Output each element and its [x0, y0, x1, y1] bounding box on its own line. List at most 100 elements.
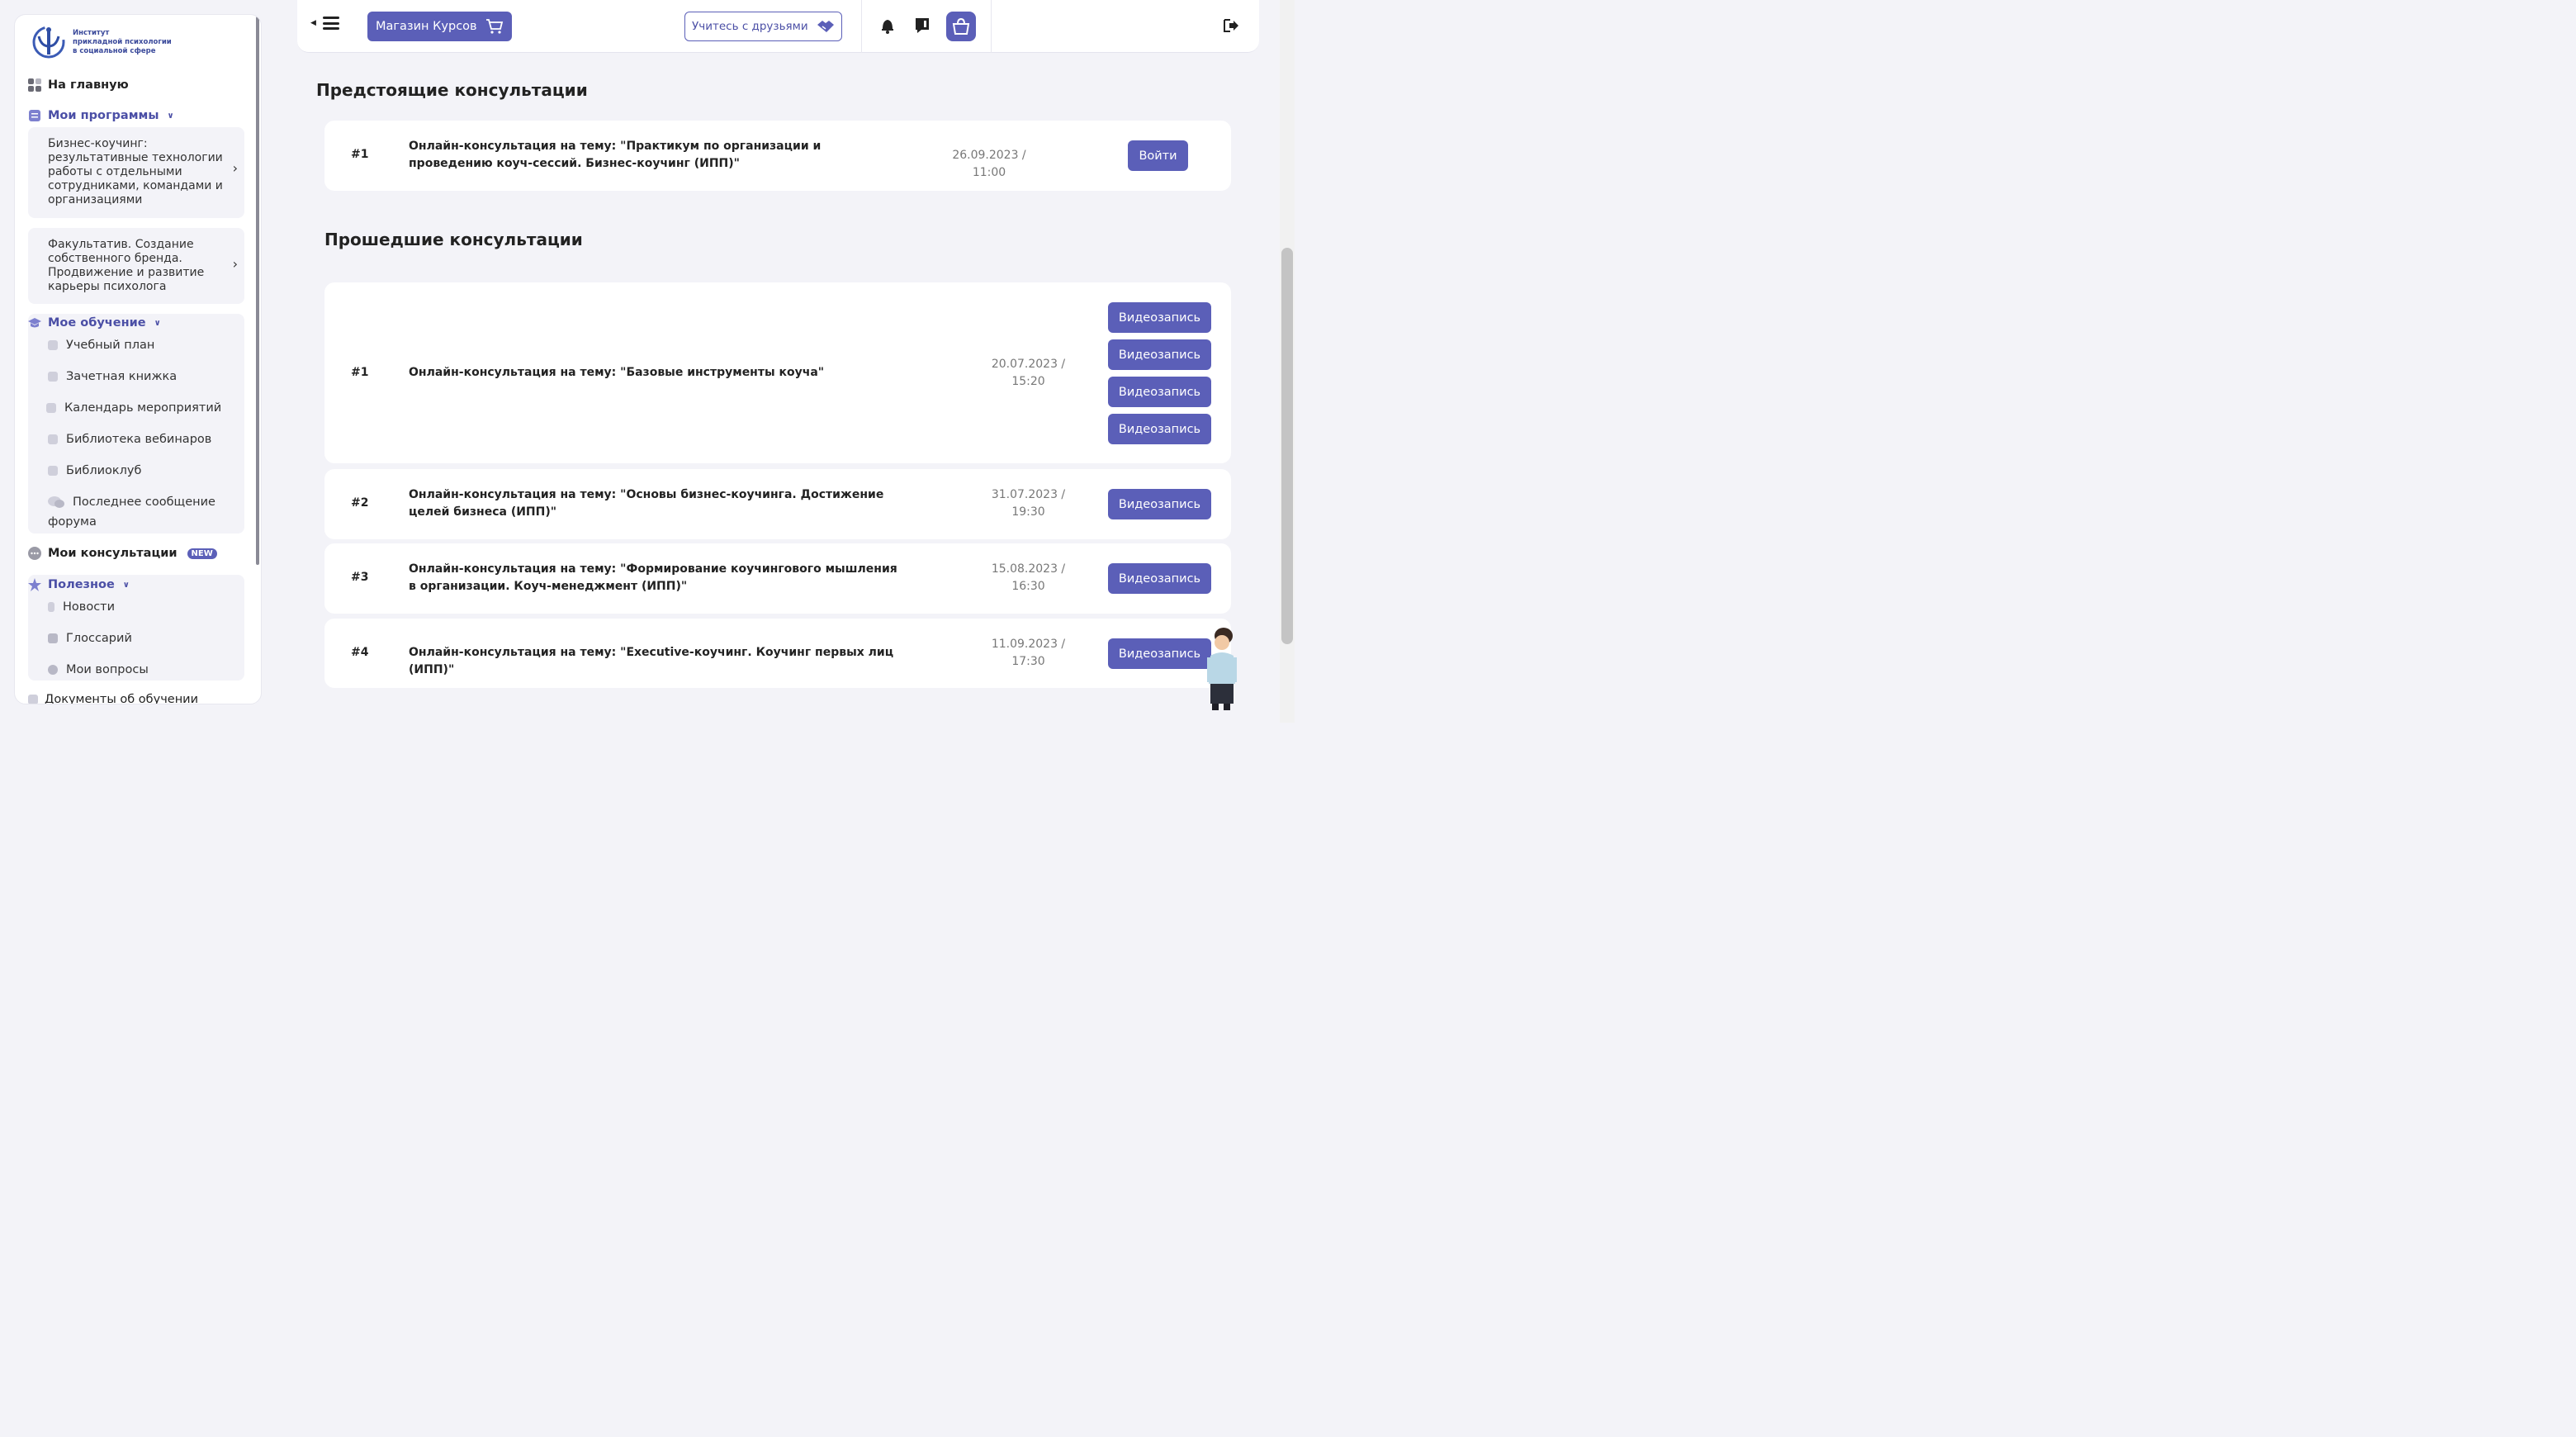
logo[interactable]: Институт прикладной психологии в социаль… [31, 25, 172, 59]
row-date: 20.07.2023 / 15:20 [977, 356, 1080, 391]
nav-useful[interactable]: Полезное ∨ [28, 578, 130, 591]
friends-button[interactable]: Учитесь с друзьями [684, 12, 842, 41]
sidebar-scrollbar[interactable] [256, 17, 259, 565]
row-date: 15.08.2023 / 16:30 [977, 561, 1080, 595]
nav-gradebook[interactable]: Зачетная книжка [48, 370, 177, 383]
row-date: 31.07.2023 / 19:30 [977, 486, 1080, 521]
page-scrollbar-thumb[interactable] [1281, 248, 1293, 644]
join-button[interactable]: Войти [1128, 140, 1188, 171]
nav-home-label: На главную [48, 78, 129, 92]
chevron-down-icon: ∨ [154, 318, 161, 328]
nav-study-plan[interactable]: Учебный план [48, 339, 154, 352]
row-date-line: 20.07.2023 / [991, 358, 1066, 371]
nav-questions-label: Мои вопросы [66, 663, 149, 676]
video-button[interactable]: Видеозапись [1108, 563, 1211, 594]
video-button[interactable]: Видеозапись [1108, 414, 1211, 444]
row-number: #1 [351, 366, 369, 379]
row-title: Онлайн-консультация на тему: "Формирован… [409, 562, 897, 593]
page-scrollbar[interactable] [1280, 0, 1295, 723]
chevron-right-icon: › [232, 160, 238, 176]
nav-study-plan-label: Учебный план [66, 339, 155, 352]
assistant-avatar[interactable] [1199, 626, 1245, 712]
past-row: #2 Онлайн-консультация на тему: "Основы … [324, 469, 1231, 539]
past-row: #3 Онлайн-консультация на тему: "Формиро… [324, 543, 1231, 614]
new-badge: NEW [187, 548, 217, 559]
chevron-down-icon: ∨ [167, 111, 174, 121]
nav-home[interactable]: На главную [28, 78, 129, 92]
program-card-1[interactable]: Бизнес-коучинг: результативные технологи… [28, 127, 244, 218]
row-date-line: 31.07.2023 / [991, 488, 1066, 501]
nav-learning-label: Мое обучение [48, 316, 146, 330]
program-title: Факультатив. Создание собственного бренд… [48, 238, 205, 293]
nav-documents[interactable]: Документы об обучении [28, 693, 198, 704]
nav-forum[interactable]: Последнее сообщение [48, 496, 215, 509]
star-icon [28, 578, 41, 591]
video-button[interactable]: Видеозапись [1108, 489, 1211, 519]
program-card-2[interactable]: Факультатив. Создание собственного бренд… [28, 228, 244, 304]
friends-button-label: Учитесь с друзьями [692, 20, 808, 33]
calendar-icon [46, 403, 56, 413]
sidebar: Институт прикладной психологии в социаль… [14, 14, 262, 704]
row-number: #3 [351, 571, 369, 584]
shop-button[interactable]: Магазин Курсов [367, 12, 512, 41]
nav-documents-label: Документы об обучении [45, 693, 199, 704]
basket-button[interactable] [946, 12, 976, 41]
shop-button-label: Магазин Курсов [376, 20, 477, 33]
logout-icon[interactable] [1222, 17, 1240, 35]
nav-consultations[interactable]: Мои консультации NEW [28, 547, 217, 560]
row-title: Онлайн-консультация на тему: "Executive-… [409, 646, 894, 676]
row-time-line: 19:30 [1011, 505, 1045, 519]
nav-programs-label: Мои программы [48, 109, 159, 122]
nav-questions[interactable]: Мои вопросы [48, 663, 149, 676]
nav-gradebook-label: Зачетная книжка [66, 370, 178, 383]
logo-line-2: прикладной психологии [73, 37, 172, 46]
chart-icon [48, 372, 58, 382]
nav-consultations-label: Мои консультации [48, 547, 178, 560]
nav-calendar-label: Календарь мероприятий [64, 401, 222, 415]
row-date: 26.09.2023 / 11:00 [952, 149, 1026, 179]
row-date-line: 11.09.2023 / [991, 638, 1066, 651]
past-row: #1 Онлайн-консультация на тему: "Базовые… [324, 282, 1231, 463]
grid-icon [28, 78, 41, 92]
handshake-icon [817, 21, 834, 32]
nav-biblioclub[interactable]: Библиоклуб [48, 464, 141, 477]
nav-learning[interactable]: Мое обучение ∨ [28, 316, 161, 330]
upcoming-row: #1 Онлайн-консультация на тему: "Практик… [324, 121, 1231, 191]
upcoming-title: Предстоящие консультации [316, 80, 588, 100]
hat-icon [48, 340, 58, 350]
row-title: Онлайн-консультация на тему: "Практикум … [409, 140, 822, 170]
document-icon [28, 695, 38, 704]
folder-icon [48, 434, 58, 444]
logo-icon [32, 26, 65, 59]
video-button[interactable]: Видеозапись [1108, 302, 1211, 333]
nav-biblioclub-label: Библиоклуб [66, 464, 142, 477]
nav-news-label: Новости [63, 600, 116, 614]
top-header: ◀ Магазин Курсов Учитесь с друзьями [297, 0, 1259, 53]
nav-programs[interactable]: Мои программы ∨ [28, 109, 174, 122]
video-button[interactable]: Видеозапись [1108, 638, 1211, 669]
nav-glossary[interactable]: Глоссарий [48, 632, 132, 645]
past-title: Прошедшие консультации [324, 230, 583, 249]
nav-forum-label: Последнее сообщение [73, 496, 215, 509]
microphone-icon [48, 602, 54, 612]
nav-news[interactable]: Новости [48, 600, 115, 614]
nav-glossary-label: Глоссарий [66, 632, 132, 645]
row-date: 11.09.2023 / 17:30 [977, 636, 1080, 671]
cart-icon [485, 19, 503, 34]
nav-webinars[interactable]: Библиотека вебинаров [48, 433, 211, 446]
menu-toggle[interactable]: ◀ [310, 17, 339, 30]
chevron-down-icon: ∨ [122, 580, 130, 590]
chevron-right-icon: › [232, 256, 238, 272]
folder-icon [48, 466, 58, 476]
row-title: Онлайн-консультация на тему: "Основы биз… [409, 488, 884, 519]
chat-bubbles-icon [48, 496, 64, 508]
message-icon[interactable] [913, 17, 931, 35]
nav-calendar[interactable]: Календарь мероприятий [46, 401, 221, 415]
logo-line-3: в социальной сфере [73, 46, 156, 55]
video-button[interactable]: Видеозапись [1108, 377, 1211, 407]
video-button[interactable]: Видеозапись [1108, 339, 1211, 370]
nav-forum-cont: форума [48, 515, 97, 529]
header-divider [991, 0, 992, 53]
question-icon [48, 665, 58, 675]
bell-icon[interactable] [878, 17, 897, 35]
